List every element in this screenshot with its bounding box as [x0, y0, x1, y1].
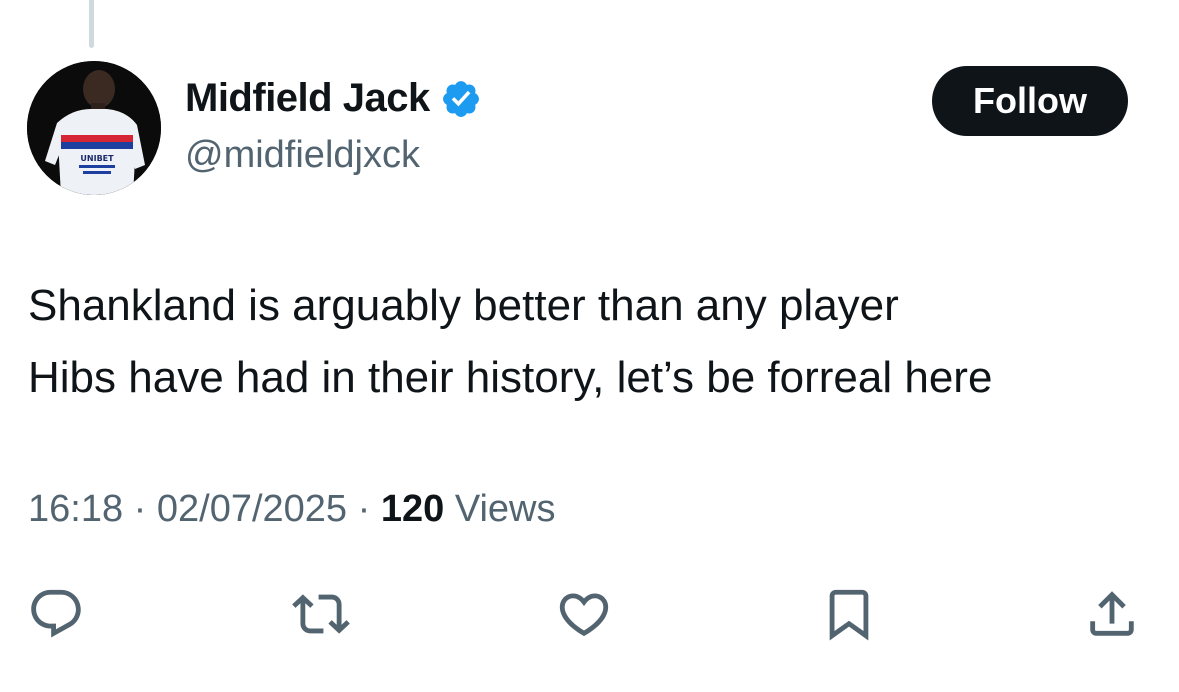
avatar-image: UNIBET: [27, 61, 161, 195]
tweet-text-line-1: Shankland is arguably better than any pl…: [28, 281, 899, 330]
reply-button[interactable]: [25, 583, 87, 645]
tweet-date[interactable]: 02/07/2025: [157, 488, 347, 530]
follow-button[interactable]: Follow: [932, 66, 1128, 136]
avatar[interactable]: UNIBET: [27, 61, 161, 195]
like-button[interactable]: [553, 583, 615, 645]
retweet-button[interactable]: [290, 583, 352, 645]
tweet-text: Shankland is arguably better than any pl…: [28, 270, 1168, 414]
author-display-name[interactable]: Midfield Jack: [185, 76, 482, 121]
verified-badge-icon: [440, 78, 482, 120]
tweet-time[interactable]: 16:18: [28, 488, 123, 530]
like-icon: [559, 593, 609, 637]
share-button[interactable]: [1081, 583, 1143, 645]
author-handle[interactable]: @midfieldjxck: [185, 134, 420, 177]
tweet-meta: 16:18 · 02/07/2025 · 120 Views: [28, 488, 556, 531]
share-icon: [1090, 591, 1134, 636]
reply-icon: [31, 589, 81, 638]
bookmark-icon: [829, 589, 869, 641]
display-name-text: Midfield Jack: [185, 76, 430, 120]
tweet-text-line-2: Hibs have had in their history, let’s be…: [28, 353, 993, 402]
avatar-sponsor-text: UNIBET: [80, 154, 114, 163]
views-label: Views: [454, 488, 556, 530]
meta-separator: ·: [133, 488, 147, 530]
views-count: 120: [380, 488, 445, 530]
retweet-icon: [292, 594, 350, 634]
tweet-actions-bar: [0, 583, 1179, 645]
bookmark-button[interactable]: [818, 583, 880, 645]
thread-connector-line: [89, 0, 94, 48]
meta-separator: ·: [357, 488, 371, 530]
